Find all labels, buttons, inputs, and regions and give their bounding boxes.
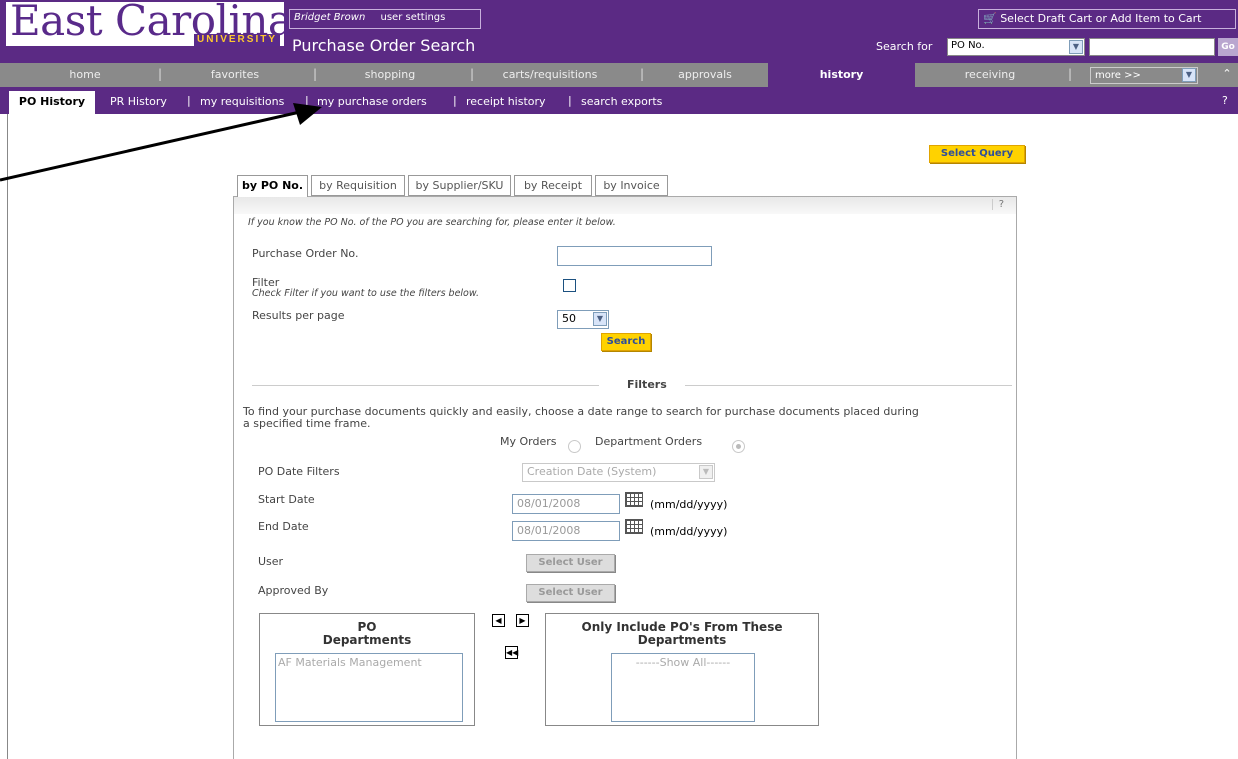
move-left-icon[interactable]: ◀ (492, 614, 505, 627)
tab-by-invoice[interactable]: by Invoice (595, 175, 668, 196)
filters-heading: Filters (627, 378, 667, 391)
select-query-button[interactable]: Select Query (929, 145, 1025, 163)
divider-left (252, 385, 599, 386)
po-departments-title-1: PO (357, 620, 377, 634)
left-border (7, 114, 8, 759)
approved-by-label: Approved By (258, 584, 329, 597)
nav-separator: | (640, 67, 645, 81)
nav-history[interactable]: history (768, 63, 915, 87)
university-logo[interactable]: East Carolina UNIVERSITY (6, 0, 293, 46)
results-per-page-value: 50 (562, 312, 576, 325)
nav-favorites[interactable]: favorites (180, 63, 290, 87)
tab-by-po-number[interactable]: by PO No. (237, 175, 308, 197)
my-orders-radio[interactable] (568, 440, 581, 453)
header: East Carolina UNIVERSITY Bridget Brown u… (0, 0, 1238, 63)
nav-shopping[interactable]: shopping (330, 63, 450, 87)
included-departments-title-2: Departments (637, 633, 727, 647)
move-right-icon[interactable]: ▶ (516, 614, 529, 627)
logo-subtext: UNIVERSITY (193, 34, 280, 46)
panel-help-link[interactable]: ? (991, 199, 1004, 210)
filters-description-2: a specified time frame. (243, 417, 371, 430)
link-receipt-history[interactable]: receipt history (466, 95, 546, 108)
nav-separator: | (158, 67, 163, 81)
tab-by-requisition[interactable]: by Requisition (311, 175, 405, 196)
intro-text: If you know the PO No. of the PO you are… (248, 217, 616, 228)
included-departments-title-1: Only Include PO's From These (581, 620, 783, 634)
user-name[interactable]: Bridget Brown (294, 12, 365, 23)
cart-icon: 🛒 (983, 12, 997, 25)
end-date-format: (mm/dd/yyyy) (650, 525, 728, 538)
nav-separator: | (313, 67, 318, 81)
user-label: User (258, 555, 284, 568)
main-nav: home | favorites | shopping | carts/requ… (0, 63, 1238, 87)
search-type-select[interactable]: PO No. ▼ (947, 38, 1085, 56)
po-date-filter-select[interactable]: Creation Date (System) ▼ (522, 463, 715, 482)
go-button[interactable]: Go (1218, 38, 1238, 56)
search-for-label: Search for (876, 40, 933, 53)
more-select[interactable]: more >> ▼ (1090, 67, 1198, 84)
help-link[interactable]: ? (1222, 94, 1228, 107)
po-number-label: Purchase Order No. (252, 247, 359, 260)
list-item[interactable]: ------Show All------ (614, 656, 752, 669)
po-number-input[interactable] (557, 246, 712, 266)
nav-home[interactable]: home (40, 63, 130, 87)
select-user-button[interactable]: Select User (526, 554, 615, 572)
chevron-down-icon: ▼ (699, 465, 713, 479)
chevron-down-icon: ▼ (593, 312, 607, 326)
po-date-filters-label: PO Date Filters (258, 465, 340, 478)
start-date-format: (mm/dd/yyyy) (650, 498, 728, 511)
sub-separator: | (568, 94, 572, 107)
tab-by-supplier-sku[interactable]: by Supplier/SKU (408, 175, 511, 196)
filter-hint: Check Filter if you want to use the filt… (252, 288, 480, 299)
divider-right (685, 385, 1012, 386)
results-per-page-label: Results per page (252, 309, 345, 322)
my-orders-label: My Orders (500, 435, 557, 448)
sub-separator: | (453, 94, 457, 107)
department-orders-label: Department Orders (595, 435, 703, 448)
chevron-down-icon: ▼ (1182, 68, 1196, 82)
end-date-label: End Date (258, 520, 309, 533)
start-date-label: Start Date (258, 493, 315, 506)
search-type-value: PO No. (951, 40, 985, 51)
search-button[interactable]: Search (601, 333, 651, 351)
link-search-exports[interactable]: search exports (581, 95, 662, 108)
user-box: Bridget Brown user settings (289, 9, 481, 29)
included-departments-box: Only Include PO's From These Departments… (545, 613, 819, 726)
chevron-down-icon: ▼ (1069, 40, 1083, 54)
cart-label: Select Draft Cart or Add Item to Cart (1000, 12, 1202, 25)
page-title: Purchase Order Search (292, 36, 476, 55)
results-per-page-select[interactable]: 50 ▼ (557, 310, 609, 329)
included-departments-list[interactable]: ------Show All------ (611, 653, 755, 722)
po-departments-list[interactable]: AF Materials Management (275, 653, 463, 722)
list-item[interactable]: AF Materials Management (278, 656, 460, 669)
department-orders-radio[interactable] (732, 440, 745, 453)
move-all-left-icon[interactable]: ◀◀ (505, 646, 518, 659)
collapse-icon[interactable]: ⌃ (1219, 65, 1235, 83)
nav-approvals[interactable]: approvals (650, 63, 760, 87)
po-departments-box: PO Departments AF Materials Management (259, 613, 475, 726)
tab-by-receipt[interactable]: by Receipt (514, 175, 592, 196)
po-date-filter-value: Creation Date (System) (527, 465, 657, 478)
filter-checkbox[interactable] (563, 279, 576, 292)
nav-receiving[interactable]: receiving (935, 63, 1045, 87)
user-settings-link[interactable]: user settings (381, 12, 446, 23)
cart-button[interactable]: 🛒 Select Draft Cart or Add Item to Cart (978, 9, 1236, 29)
search-input[interactable] (1089, 38, 1215, 56)
po-departments-title-2: Departments (322, 633, 412, 647)
more-label: more >> (1095, 70, 1141, 81)
end-date-input[interactable]: 08/01/2008 (512, 521, 620, 541)
nav-separator: | (1068, 67, 1073, 81)
start-date-input[interactable]: 08/01/2008 (512, 494, 620, 514)
panel-header: ? (234, 196, 1016, 214)
calendar-icon[interactable] (625, 519, 643, 534)
calendar-icon[interactable] (625, 492, 643, 507)
nav-separator: | (470, 67, 475, 81)
select-approver-button[interactable]: Select User (526, 584, 615, 602)
nav-carts-requisitions[interactable]: carts/requisitions (480, 63, 620, 87)
